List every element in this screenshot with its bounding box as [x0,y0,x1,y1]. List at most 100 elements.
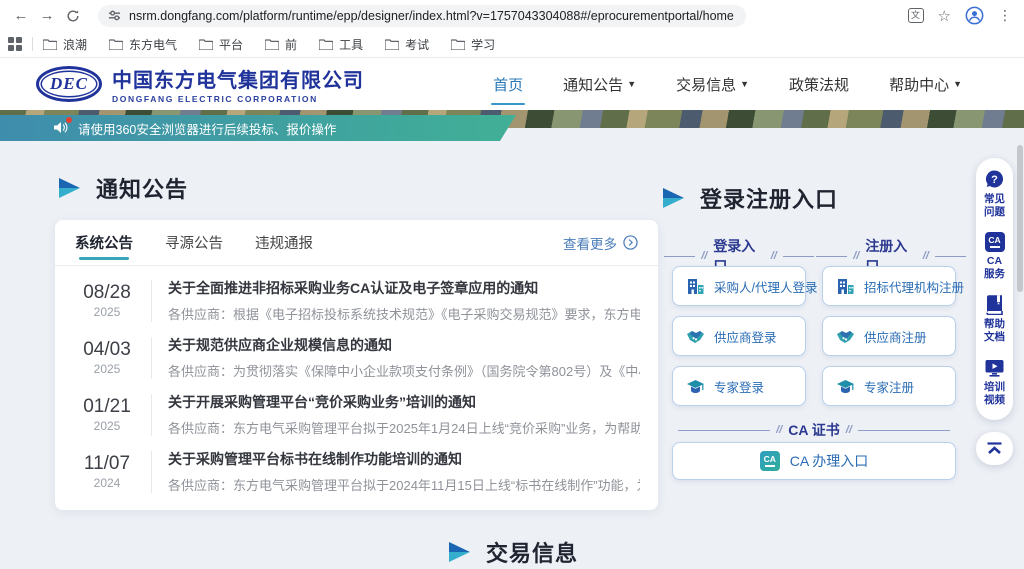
apps-grid-icon[interactable] [8,37,22,51]
bookmark-label: 平台 [219,36,243,53]
nav-item-policies[interactable]: 政策法规 [787,70,851,99]
announcement-tabs: 系统公告 寻源公告 违规通报 查看更多 [55,220,658,266]
bookmark-label: 考试 [405,36,429,53]
bookmark-label: 学习 [471,36,495,53]
ca-service-shortcut[interactable]: CA CA 服务 [982,232,1008,281]
faq-shortcut[interactable]: ? 常见问题 [982,169,1008,219]
divider [151,451,152,493]
announcement-summary: 各供应商：为贯彻落实《保障中小企业款项支付条例》（国务院令第802号）及《中小企… [168,361,640,380]
login-section-header: 登录注册入口 [662,182,838,214]
question-icon: ? [984,169,1005,190]
announcement-row[interactable]: 04/03 2025 关于规范供应商企业规模信息的通知 各供应商：为贯彻落实《保… [55,329,658,386]
address-bar[interactable]: nsrm.dongfang.com/platform/runtime/epp/d… [98,5,746,27]
divider [151,394,152,436]
expert-register-button[interactable]: 专家注册 [822,366,956,406]
tab-system-notices[interactable]: 系统公告 [75,220,133,266]
graduation-cap-icon [836,377,855,396]
translate-icon[interactable]: 文 [908,8,924,23]
chevron-down-icon: ▼ [740,79,749,89]
announcement-title[interactable]: 关于规范供应商企业规模信息的通知 [168,335,640,355]
chevron-down-icon: ▼ [953,79,962,89]
training-videos-label: 培训视频 [982,381,1008,407]
help-docs-label: 帮助文档 [982,318,1008,344]
url-text: nsrm.dongfang.com/platform/runtime/epp/d… [129,9,734,23]
dec-logo-text: DEC [50,74,88,94]
tab-sourcing-notices[interactable]: 寻源公告 [165,220,223,266]
announcement-row[interactable]: 01/21 2025 关于开展采购管理平台“竞价采购业务”培训的通知 各供应商：… [55,386,658,443]
announcement-title[interactable]: 关于采购管理平台标书在线制作功能培训的通知 [168,449,640,469]
folder-icon [265,39,279,50]
ca-badge-icon: CA [760,451,780,471]
buyer-agent-login-button[interactable]: 采购人/代理人登录 [672,266,806,306]
announcement-summary: 各供应商：东方电气采购管理平台拟于2024年11月15日上线“标书在线制作”功能… [168,475,640,494]
back-to-top-icon [986,442,1003,456]
bookmark-folder[interactable]: 学习 [451,36,495,53]
bookmark-folder[interactable]: 东方电气 [109,36,177,53]
back-to-top-button[interactable] [976,432,1013,465]
browser-toolbar: ← → nsrm.dongfang.com/platform/runtime/e… [0,0,1024,31]
site-info-icon[interactable] [108,9,121,22]
video-icon [984,357,1005,378]
view-more-link[interactable]: 查看更多 [563,233,638,253]
nav-item-notices[interactable]: 通知公告▼ [561,70,638,99]
nav-item-home[interactable]: 首页 [491,70,525,99]
company-name-en: DONGFANG ELECTRIC CORPORATION [112,94,364,104]
notice-ticker-text: 请使用360安全浏览器进行后续投标、报价操作 [78,119,336,138]
bookmark-label: 工具 [339,36,363,53]
browser-back-button[interactable]: ← [8,7,34,24]
folder-icon [319,39,333,50]
announcement-date: 01/21 2025 [75,396,139,433]
folder-icon [43,39,57,50]
page-scrollbar[interactable] [1017,145,1023,292]
announcements-card: 系统公告 寻源公告 违规通报 查看更多 08/28 2025 关于全面推进非招标… [55,220,658,510]
browser-forward-button[interactable]: → [34,7,60,24]
nav-item-help-center[interactable]: 帮助中心▼ [887,70,964,99]
speaker-icon [54,121,68,134]
announcement-row[interactable]: 11/07 2024 关于采购管理平台标书在线制作功能培训的通知 各供应商：东方… [55,443,658,500]
bookmark-folder[interactable]: 前 [265,36,297,53]
announcement-date: 11/07 2024 [75,453,139,490]
bookmark-star-icon[interactable]: ☆ [938,7,951,25]
section-title: 交易信息 [486,536,578,568]
bookmark-folder[interactable]: 浪潮 [43,36,87,53]
nav-item-trade-info[interactable]: 交易信息▼ [674,70,751,99]
handshake-icon [686,327,705,346]
main-nav: 首页 通知公告▼ 交易信息▼ 政策法规 帮助中心▼ [491,58,964,110]
bidding-agency-register-button[interactable]: 招标代理机构注册 [822,266,956,306]
section-arrow-icon [448,541,472,563]
help-docs-shortcut[interactable]: 帮助文档 [982,294,1008,344]
folder-icon [451,39,465,50]
announcement-row[interactable]: 08/28 2025 关于全面推进非招标采购业务CA认证及电子签章应用的通知 各… [55,272,658,329]
announcement-title[interactable]: 关于开展采购管理平台“竞价采购业务”培训的通知 [168,392,640,412]
browser-reload-button[interactable] [60,9,86,23]
folder-icon [109,39,123,50]
bookmark-folder[interactable]: 平台 [199,36,243,53]
section-arrow-icon [58,177,82,199]
floating-help-bar: ? 常见问题 CA CA 服务 帮助文档 培训视频 [976,158,1013,420]
bookmark-label: 前 [285,36,297,53]
training-videos-shortcut[interactable]: 培训视频 [982,357,1008,407]
expert-login-button[interactable]: 专家登录 [672,366,806,406]
bookmark-label: 东方电气 [129,36,177,53]
browser-menu-icon[interactable]: ⋮ [998,7,1012,24]
tab-violation-reports[interactable]: 违规通报 [255,220,313,266]
bookmark-folder[interactable]: 工具 [319,36,363,53]
site-header: DEC 中国东方电气集团有限公司 DONGFANG ELECTRIC CORPO… [0,58,1024,110]
supplier-login-button[interactable]: 供应商登录 [672,316,806,356]
company-logo[interactable]: DEC 中国东方电气集团有限公司 DONGFANG ELECTRIC CORPO… [36,64,364,104]
announcement-summary: 各供应商：东方电气采购管理平台拟于2025年1月24日上线“竞价采购”业务，为帮… [168,418,640,437]
dec-logo-oval: DEC [36,66,102,102]
announcement-title[interactable]: 关于全面推进非招标采购业务CA认证及电子签章应用的通知 [168,278,640,298]
announcement-date: 04/03 2025 [75,339,139,376]
announcement-summary: 各供应商：根据《电子招标投标系统技术规范》《电子采购交易规范》要求，东方电气采购… [168,304,640,323]
ca-apply-label: CA 办理入口 [790,451,869,471]
bookmarks-separator [32,37,33,51]
profile-avatar-icon[interactable] [965,6,984,25]
ca-apply-button[interactable]: CA CA 办理入口 [672,442,956,480]
ca-badge-icon: CA [985,232,1005,252]
company-name-cn: 中国东方电气集团有限公司 [112,64,364,93]
bookmark-folder[interactable]: 考试 [385,36,429,53]
supplier-register-button[interactable]: 供应商注册 [822,316,956,356]
circle-chevron-right-icon [623,235,638,250]
ca-service-label: CA 服务 [982,255,1008,281]
